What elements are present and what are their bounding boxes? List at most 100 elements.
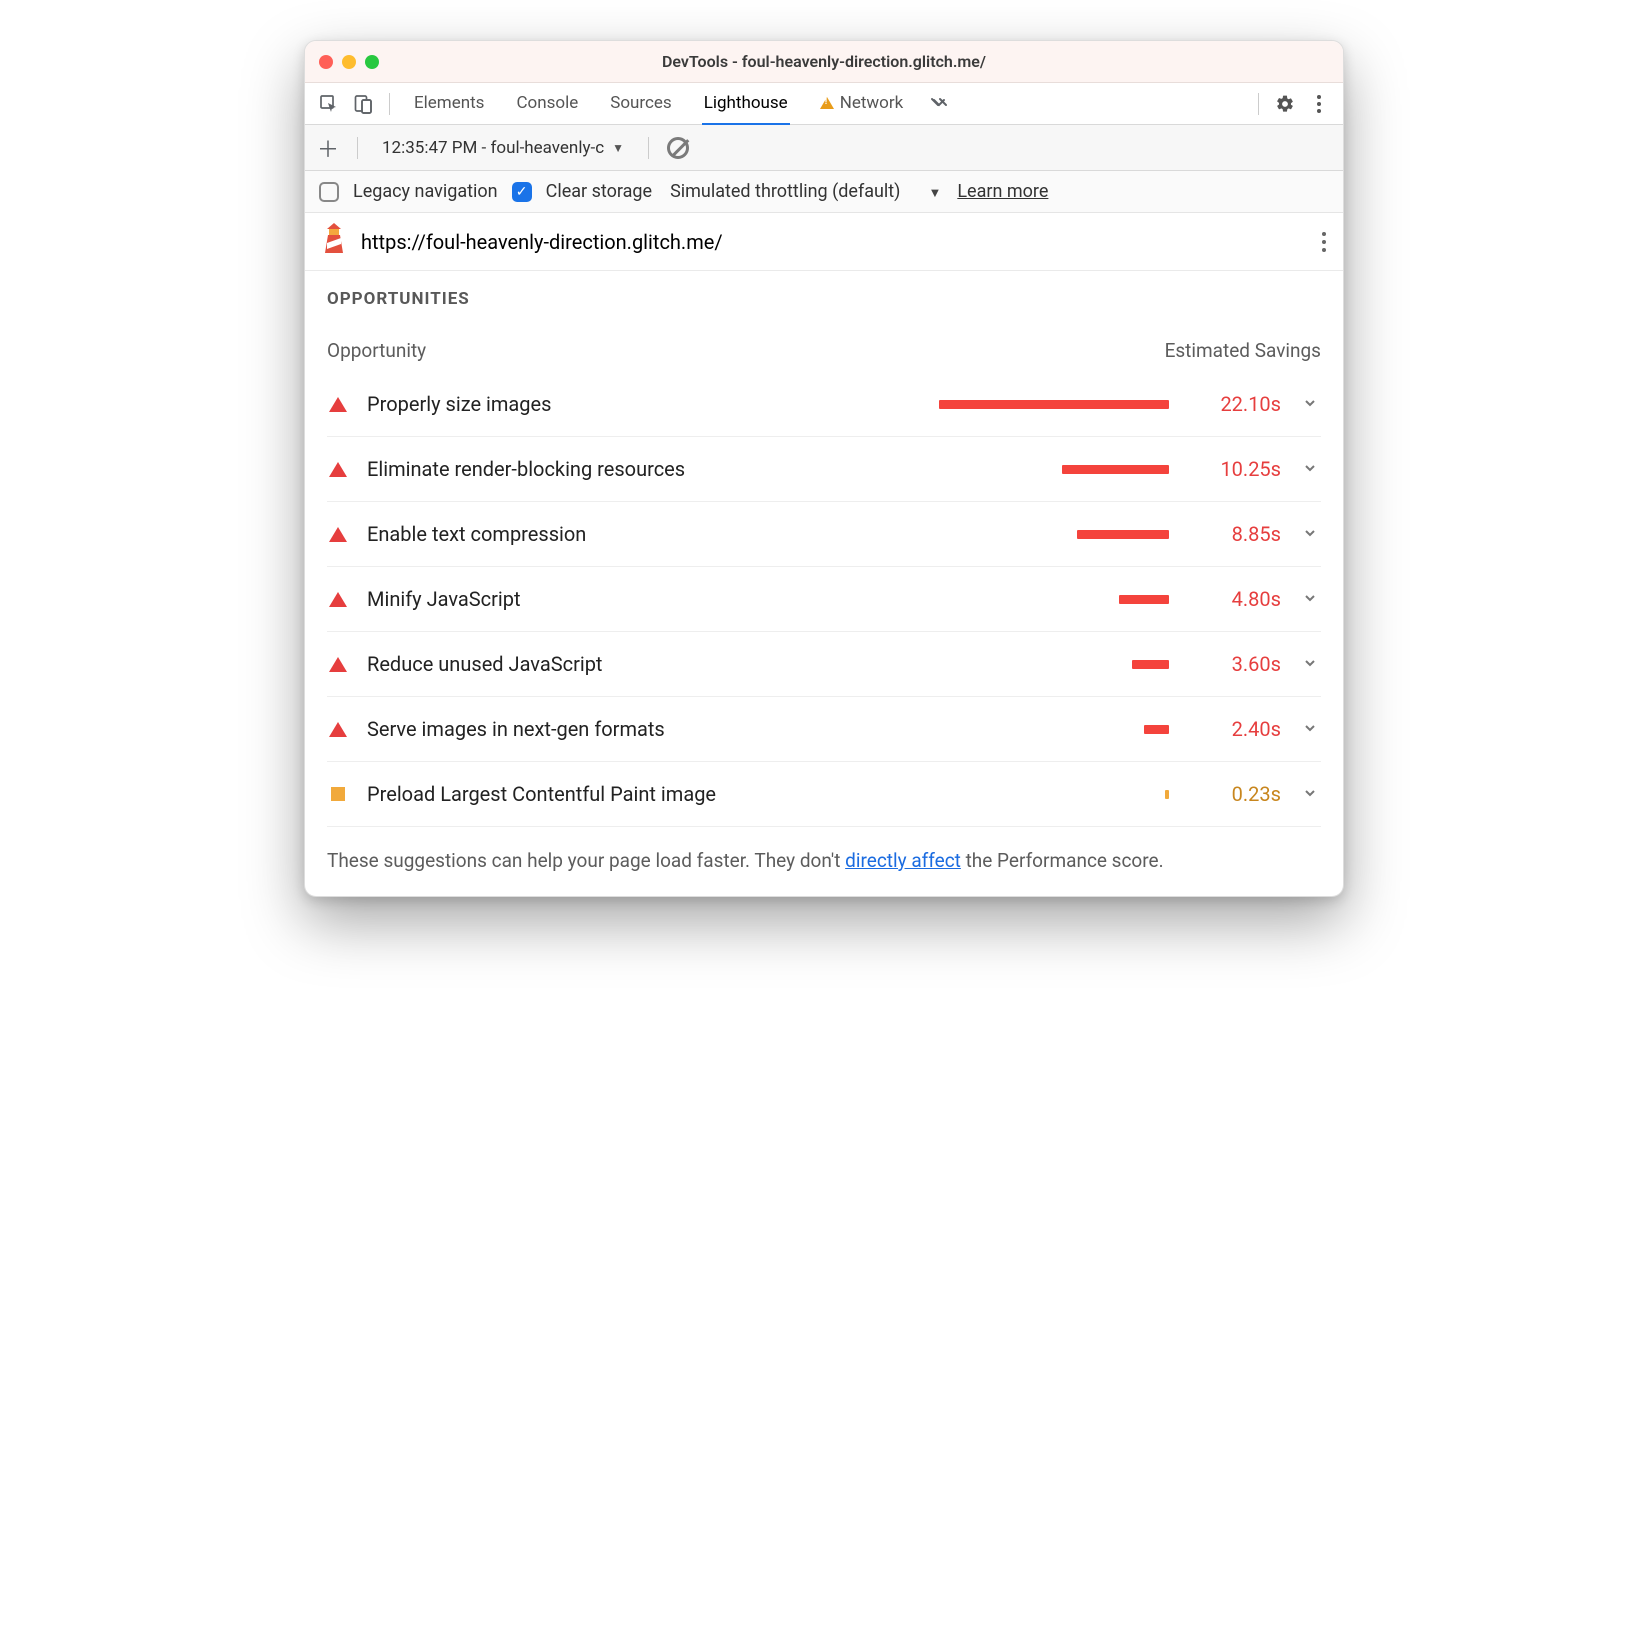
report-url-row: https://foul-heavenly-direction.glitch.m… xyxy=(305,213,1343,271)
savings-value: 0.23s xyxy=(1191,782,1281,806)
chevron-down-icon[interactable] xyxy=(1299,655,1321,674)
opportunities-section: Opportunities Opportunity Estimated Savi… xyxy=(305,271,1343,896)
tab-network[interactable]: Network xyxy=(818,83,906,125)
legacy-navigation-checkbox[interactable] xyxy=(319,182,339,202)
new-report-button[interactable]: ＋ xyxy=(317,132,339,164)
tab-label: Console xyxy=(516,93,578,113)
chevron-down-icon[interactable] xyxy=(1299,395,1321,414)
throttling-dropdown[interactable]: ▼ xyxy=(928,181,943,202)
tab-console[interactable]: Console xyxy=(514,83,580,125)
opportunity-label: Reduce unused JavaScript xyxy=(367,652,727,676)
titlebar: DevTools - foul-heavenly-direction.glitc… xyxy=(305,41,1343,83)
clear-icon[interactable] xyxy=(667,137,689,159)
savings-value: 4.80s xyxy=(1191,587,1281,611)
col-savings: Estimated Savings xyxy=(1165,339,1321,362)
report-selector[interactable]: 12:35:47 PM - foul-heavenly-c ▼ xyxy=(376,136,630,160)
opportunity-label: Enable text compression xyxy=(367,522,727,546)
chevron-down-icon[interactable] xyxy=(1299,785,1321,804)
opportunity-row[interactable]: Eliminate render-blocking resources 10.25… xyxy=(327,437,1321,502)
footnote-link[interactable]: directly affect xyxy=(845,849,961,872)
savings-bar xyxy=(1165,790,1169,799)
report-selector-label: 12:35:47 PM - foul-heavenly-c xyxy=(382,138,604,158)
close-window-button[interactable] xyxy=(319,55,333,69)
more-tabs-icon[interactable] xyxy=(925,90,953,118)
fail-triangle-icon xyxy=(327,462,349,477)
lighthouse-icon xyxy=(321,223,347,260)
gear-icon[interactable] xyxy=(1271,90,1299,118)
savings-bar-wrap xyxy=(745,595,1173,604)
panel-tabs-row: Elements Console Sources Lighthouse Network xyxy=(305,83,1343,125)
opportunity-row[interactable]: Reduce unused JavaScript 3.60s xyxy=(327,632,1321,697)
fail-triangle-icon xyxy=(327,527,349,542)
panel-tabs: Elements Console Sources Lighthouse Network xyxy=(412,83,905,125)
savings-bar-wrap xyxy=(745,790,1173,799)
warning-icon xyxy=(820,97,834,109)
chevron-down-icon[interactable] xyxy=(1299,590,1321,609)
fail-triangle-icon xyxy=(327,657,349,672)
opportunity-row[interactable]: Enable text compression 8.85s xyxy=(327,502,1321,567)
inspect-icon[interactable] xyxy=(315,90,343,118)
lighthouse-toolbar: ＋ 12:35:47 PM - foul-heavenly-c ▼ xyxy=(305,125,1343,171)
savings-bar-wrap xyxy=(745,400,1173,409)
opportunity-row[interactable]: Serve images in next-gen formats2.40s xyxy=(327,697,1321,762)
learn-more-link[interactable]: Learn more xyxy=(957,181,1048,202)
savings-bar xyxy=(1119,595,1169,604)
chevron-down-icon[interactable] xyxy=(1299,460,1321,479)
opportunity-label: Properly size images xyxy=(367,392,727,416)
tab-label: Lighthouse xyxy=(704,93,788,113)
section-footnote: These suggestions can help your page loa… xyxy=(327,849,1321,872)
kebab-menu-icon[interactable] xyxy=(1305,90,1333,118)
savings-bar xyxy=(939,400,1169,409)
savings-value: 10.25s xyxy=(1191,457,1281,481)
clear-storage-label: Clear storage xyxy=(546,181,652,202)
opportunity-label: Serve images in next-gen formats xyxy=(367,717,727,741)
savings-bar xyxy=(1144,725,1169,734)
savings-bar xyxy=(1132,660,1169,669)
tab-label: Network xyxy=(840,93,904,113)
chevron-down-icon[interactable] xyxy=(1299,525,1321,544)
opportunity-label: Preload Largest Contentful Paint image xyxy=(367,782,727,806)
zoom-window-button[interactable] xyxy=(365,55,379,69)
opportunity-row[interactable]: Preload Largest Contentful Paint image 0.… xyxy=(327,762,1321,827)
fail-triangle-icon xyxy=(327,722,349,737)
throttling-label: Simulated throttling (default) xyxy=(670,181,900,202)
device-toggle-icon[interactable] xyxy=(349,90,377,118)
window-controls xyxy=(319,55,379,69)
columns-header: Opportunity Estimated Savings xyxy=(327,339,1321,362)
section-title: Opportunities xyxy=(327,289,1321,309)
opportunities-list: Properly size images 22.10s Eliminate rend… xyxy=(327,372,1321,827)
savings-bar-wrap xyxy=(745,530,1173,539)
tab-sources[interactable]: Sources xyxy=(608,83,673,125)
savings-value: 8.85s xyxy=(1191,522,1281,546)
chevron-down-icon: ▼ xyxy=(612,141,624,155)
lighthouse-options: Legacy navigation ✓ Clear storage Simula… xyxy=(305,171,1343,213)
savings-value: 3.60s xyxy=(1191,652,1281,676)
opportunity-row[interactable]: Minify JavaScript 4.80s xyxy=(327,567,1321,632)
fail-triangle-icon xyxy=(327,397,349,412)
savings-bar-wrap xyxy=(745,660,1173,669)
report-url: https://foul-heavenly-direction.glitch.m… xyxy=(361,230,1307,254)
divider xyxy=(357,137,358,159)
savings-value: 22.10s xyxy=(1191,392,1281,416)
divider xyxy=(1258,93,1259,115)
tab-lighthouse[interactable]: Lighthouse xyxy=(702,83,790,125)
opportunity-label: Eliminate render-blocking resources xyxy=(367,457,727,481)
average-square-icon xyxy=(327,787,349,801)
footnote-pre: These suggestions can help your page loa… xyxy=(327,849,845,872)
report-menu-icon[interactable] xyxy=(1321,231,1327,253)
minimize-window-button[interactable] xyxy=(342,55,356,69)
window-title: DevTools - foul-heavenly-direction.glitc… xyxy=(305,52,1343,71)
savings-bar xyxy=(1077,530,1169,539)
chevron-down-icon[interactable] xyxy=(1299,720,1321,739)
opportunity-label: Minify JavaScript xyxy=(367,587,727,611)
legacy-navigation-label: Legacy navigation xyxy=(353,181,498,202)
savings-bar-wrap xyxy=(745,465,1173,474)
devtools-window: DevTools - foul-heavenly-direction.glitc… xyxy=(304,40,1344,897)
divider xyxy=(648,137,649,159)
divider xyxy=(389,93,390,115)
clear-storage-checkbox[interactable]: ✓ xyxy=(512,182,532,202)
opportunity-row[interactable]: Properly size images 22.10s xyxy=(327,372,1321,437)
tab-label: Elements xyxy=(414,93,484,113)
tab-elements[interactable]: Elements xyxy=(412,83,486,125)
fail-triangle-icon xyxy=(327,592,349,607)
